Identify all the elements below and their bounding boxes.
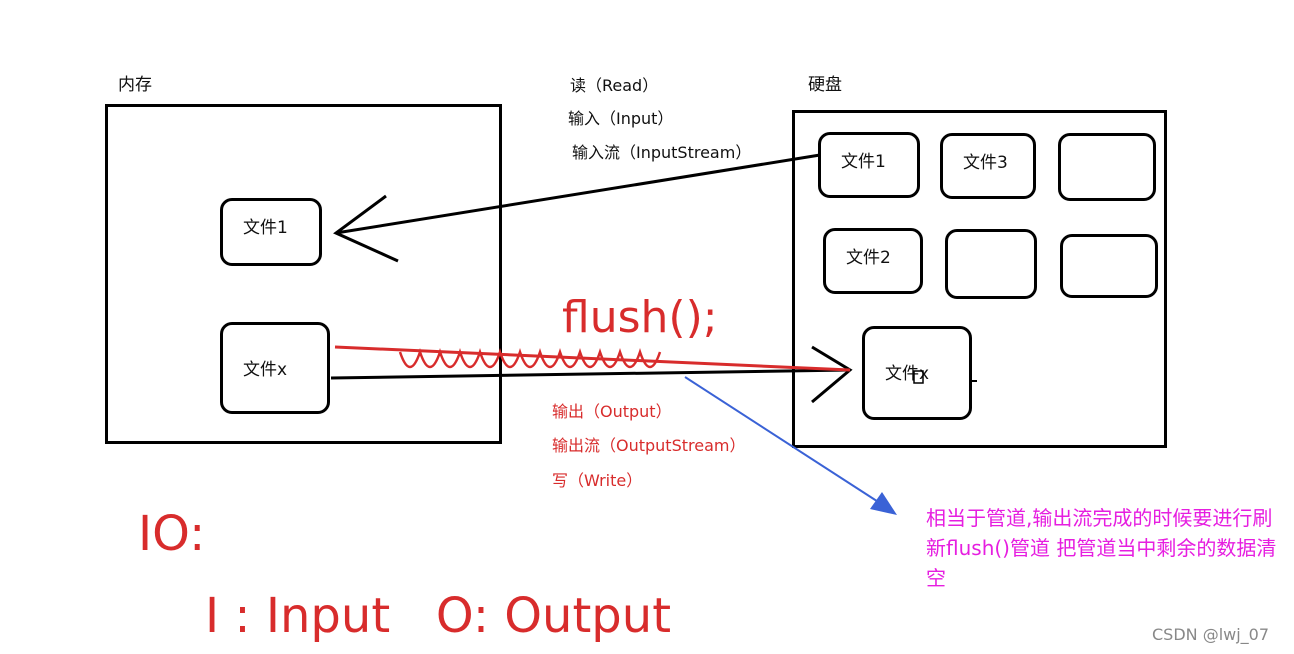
write-arrow-line: [330, 368, 851, 380]
note-pointer-line: [684, 376, 884, 506]
write-arrowhead: [811, 345, 853, 404]
cursor-icon: [913, 370, 924, 384]
read-arrow-line: [335, 153, 821, 235]
diagram-arrows: [330, 153, 977, 515]
note-pointer-arrowhead: [870, 492, 897, 515]
